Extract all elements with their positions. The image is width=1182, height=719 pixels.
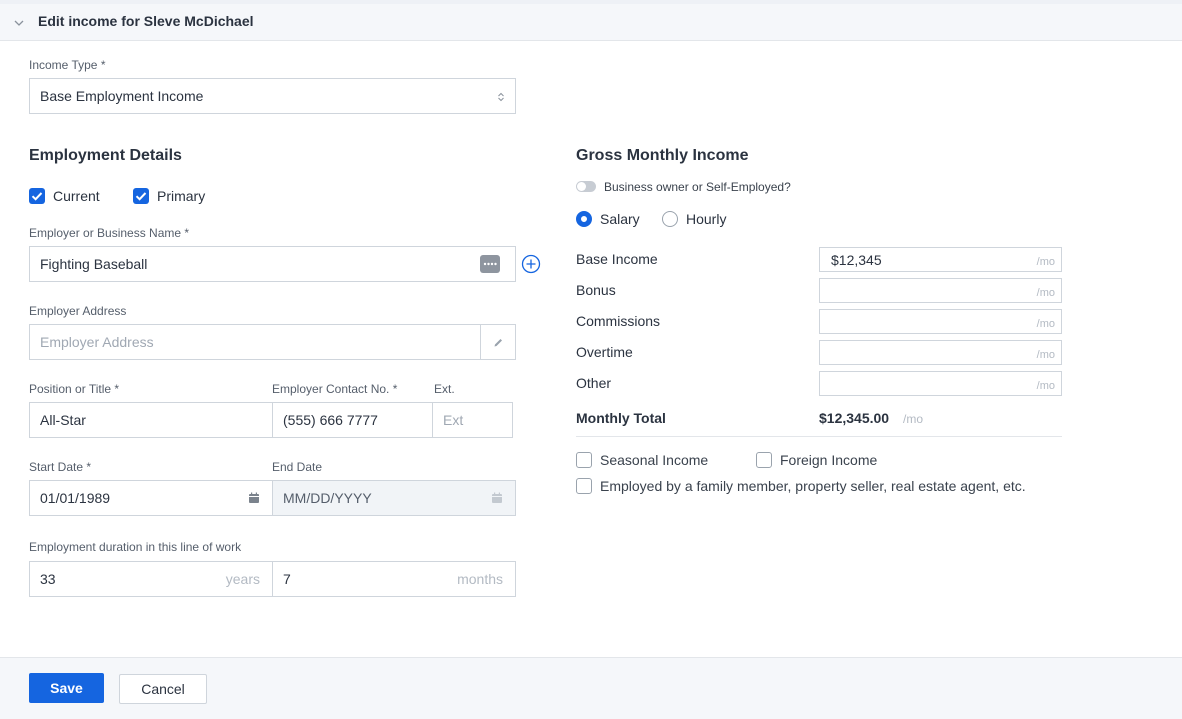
current-checkbox[interactable] [29, 188, 45, 204]
seasonal-income-label: Seasonal Income [600, 452, 709, 468]
position-input[interactable]: All-Star [29, 402, 273, 438]
other-label: Other [576, 375, 612, 391]
commissions-input[interactable]: /mo [819, 309, 1062, 334]
foreign-income-checkbox[interactable] [756, 452, 772, 468]
check-icon [31, 192, 43, 201]
hourly-radio[interactable] [662, 211, 678, 227]
monthly-total-suffix: /mo [903, 412, 924, 426]
other-input[interactable]: /mo [819, 371, 1062, 396]
years-value: 33 [40, 571, 56, 587]
primary-label: Primary [157, 188, 206, 204]
family-employed-label: Employed by a family member, property se… [600, 478, 1026, 494]
income-type-select[interactable]: Base Employment Income [29, 78, 516, 114]
contact-card-icon[interactable] [480, 255, 500, 273]
per-month-suffix: /mo [1036, 287, 1055, 299]
family-employed-checkbox[interactable] [576, 478, 592, 494]
pencil-icon [494, 338, 502, 346]
employer-address-label: Employer Address [29, 304, 127, 318]
edit-address-button[interactable] [480, 325, 515, 359]
salary-label: Salary [600, 211, 640, 227]
commissions-label: Commissions [576, 313, 661, 329]
monthly-total-label: Monthly Total [576, 410, 666, 426]
panel-header[interactable]: Edit income for Sleve McDichael [0, 0, 1182, 41]
years-unit: years [225, 571, 260, 587]
ext-placeholder: Ext [443, 412, 464, 428]
position-label: Position or Title * [29, 382, 120, 396]
employer-name-label: Employer or Business Name * [29, 226, 190, 240]
years-input[interactable]: 33 years [29, 561, 273, 597]
panel-title: Edit income for Sleve McDichael [38, 13, 254, 29]
base-income-input[interactable]: $12,345 /mo [819, 247, 1062, 272]
toggle-knob [577, 182, 586, 191]
divider [576, 436, 1062, 437]
foreign-income-label: Foreign Income [780, 452, 878, 468]
cancel-button[interactable]: Cancel [119, 674, 207, 704]
gross-income-title: Gross Monthly Income [576, 147, 749, 164]
chevron-down-icon[interactable] [12, 16, 26, 30]
ext-input[interactable]: Ext [432, 402, 513, 438]
start-date-input[interactable]: 01/01/1989 [29, 480, 273, 516]
base-income-label: Base Income [576, 251, 658, 267]
end-date-placeholder: MM/DD/YYYY [283, 490, 372, 506]
employer-address-placeholder: Employer Address [40, 334, 154, 350]
duration-label: Employment duration in this line of work [29, 540, 242, 554]
months-input[interactable]: 7 months [272, 561, 516, 597]
select-arrows-icon [498, 92, 504, 102]
current-label: Current [53, 188, 100, 204]
dots-icon [483, 262, 497, 266]
per-month-suffix: /mo [1036, 318, 1055, 330]
employer-name-value: Fighting Baseball [40, 256, 148, 272]
per-month-suffix: /mo [1036, 380, 1055, 392]
bonus-input[interactable]: /mo [819, 278, 1062, 303]
position-value: All-Star [40, 412, 86, 428]
per-month-suffix: /mo [1036, 256, 1055, 268]
salary-radio[interactable] [576, 211, 592, 227]
base-income-value: $12,345 [831, 251, 882, 268]
calendar-icon[interactable] [491, 492, 503, 504]
contact-label: Employer Contact No. * [272, 382, 398, 396]
primary-checkbox[interactable] [133, 188, 149, 204]
save-button[interactable]: Save [29, 673, 104, 703]
add-employer-icon[interactable] [521, 254, 541, 274]
seasonal-income-checkbox[interactable] [576, 452, 592, 468]
per-month-suffix: /mo [1036, 349, 1055, 361]
employer-name-input[interactable]: Fighting Baseball [29, 246, 516, 282]
contact-number-input[interactable]: (555) 666 7777 [272, 402, 433, 438]
end-date-label: End Date [272, 460, 323, 474]
bonus-label: Bonus [576, 282, 616, 298]
hourly-label: Hourly [686, 211, 727, 227]
employer-address-input[interactable]: Employer Address [29, 324, 516, 360]
self-employed-toggle[interactable] [576, 181, 596, 192]
check-icon [135, 192, 147, 201]
employment-details-title: Employment Details [29, 147, 182, 164]
income-type-label: Income Type * [29, 58, 106, 72]
self-employed-label: Business owner or Self-Employed? [604, 180, 791, 194]
calendar-icon[interactable] [248, 492, 260, 504]
contact-number-value: (555) 666 7777 [283, 412, 378, 428]
start-date-label: Start Date * [29, 460, 92, 474]
overtime-input[interactable]: /mo [819, 340, 1062, 365]
months-unit: months [457, 571, 503, 587]
ext-label: Ext. [434, 382, 455, 396]
start-date-value: 01/01/1989 [40, 490, 111, 506]
end-date-input[interactable]: MM/DD/YYYY [272, 480, 516, 516]
months-value: 7 [283, 571, 291, 587]
monthly-total-value: $12,345.00 [819, 410, 890, 426]
overtime-label: Overtime [576, 344, 633, 360]
income-type-value: Base Employment Income [40, 88, 204, 104]
